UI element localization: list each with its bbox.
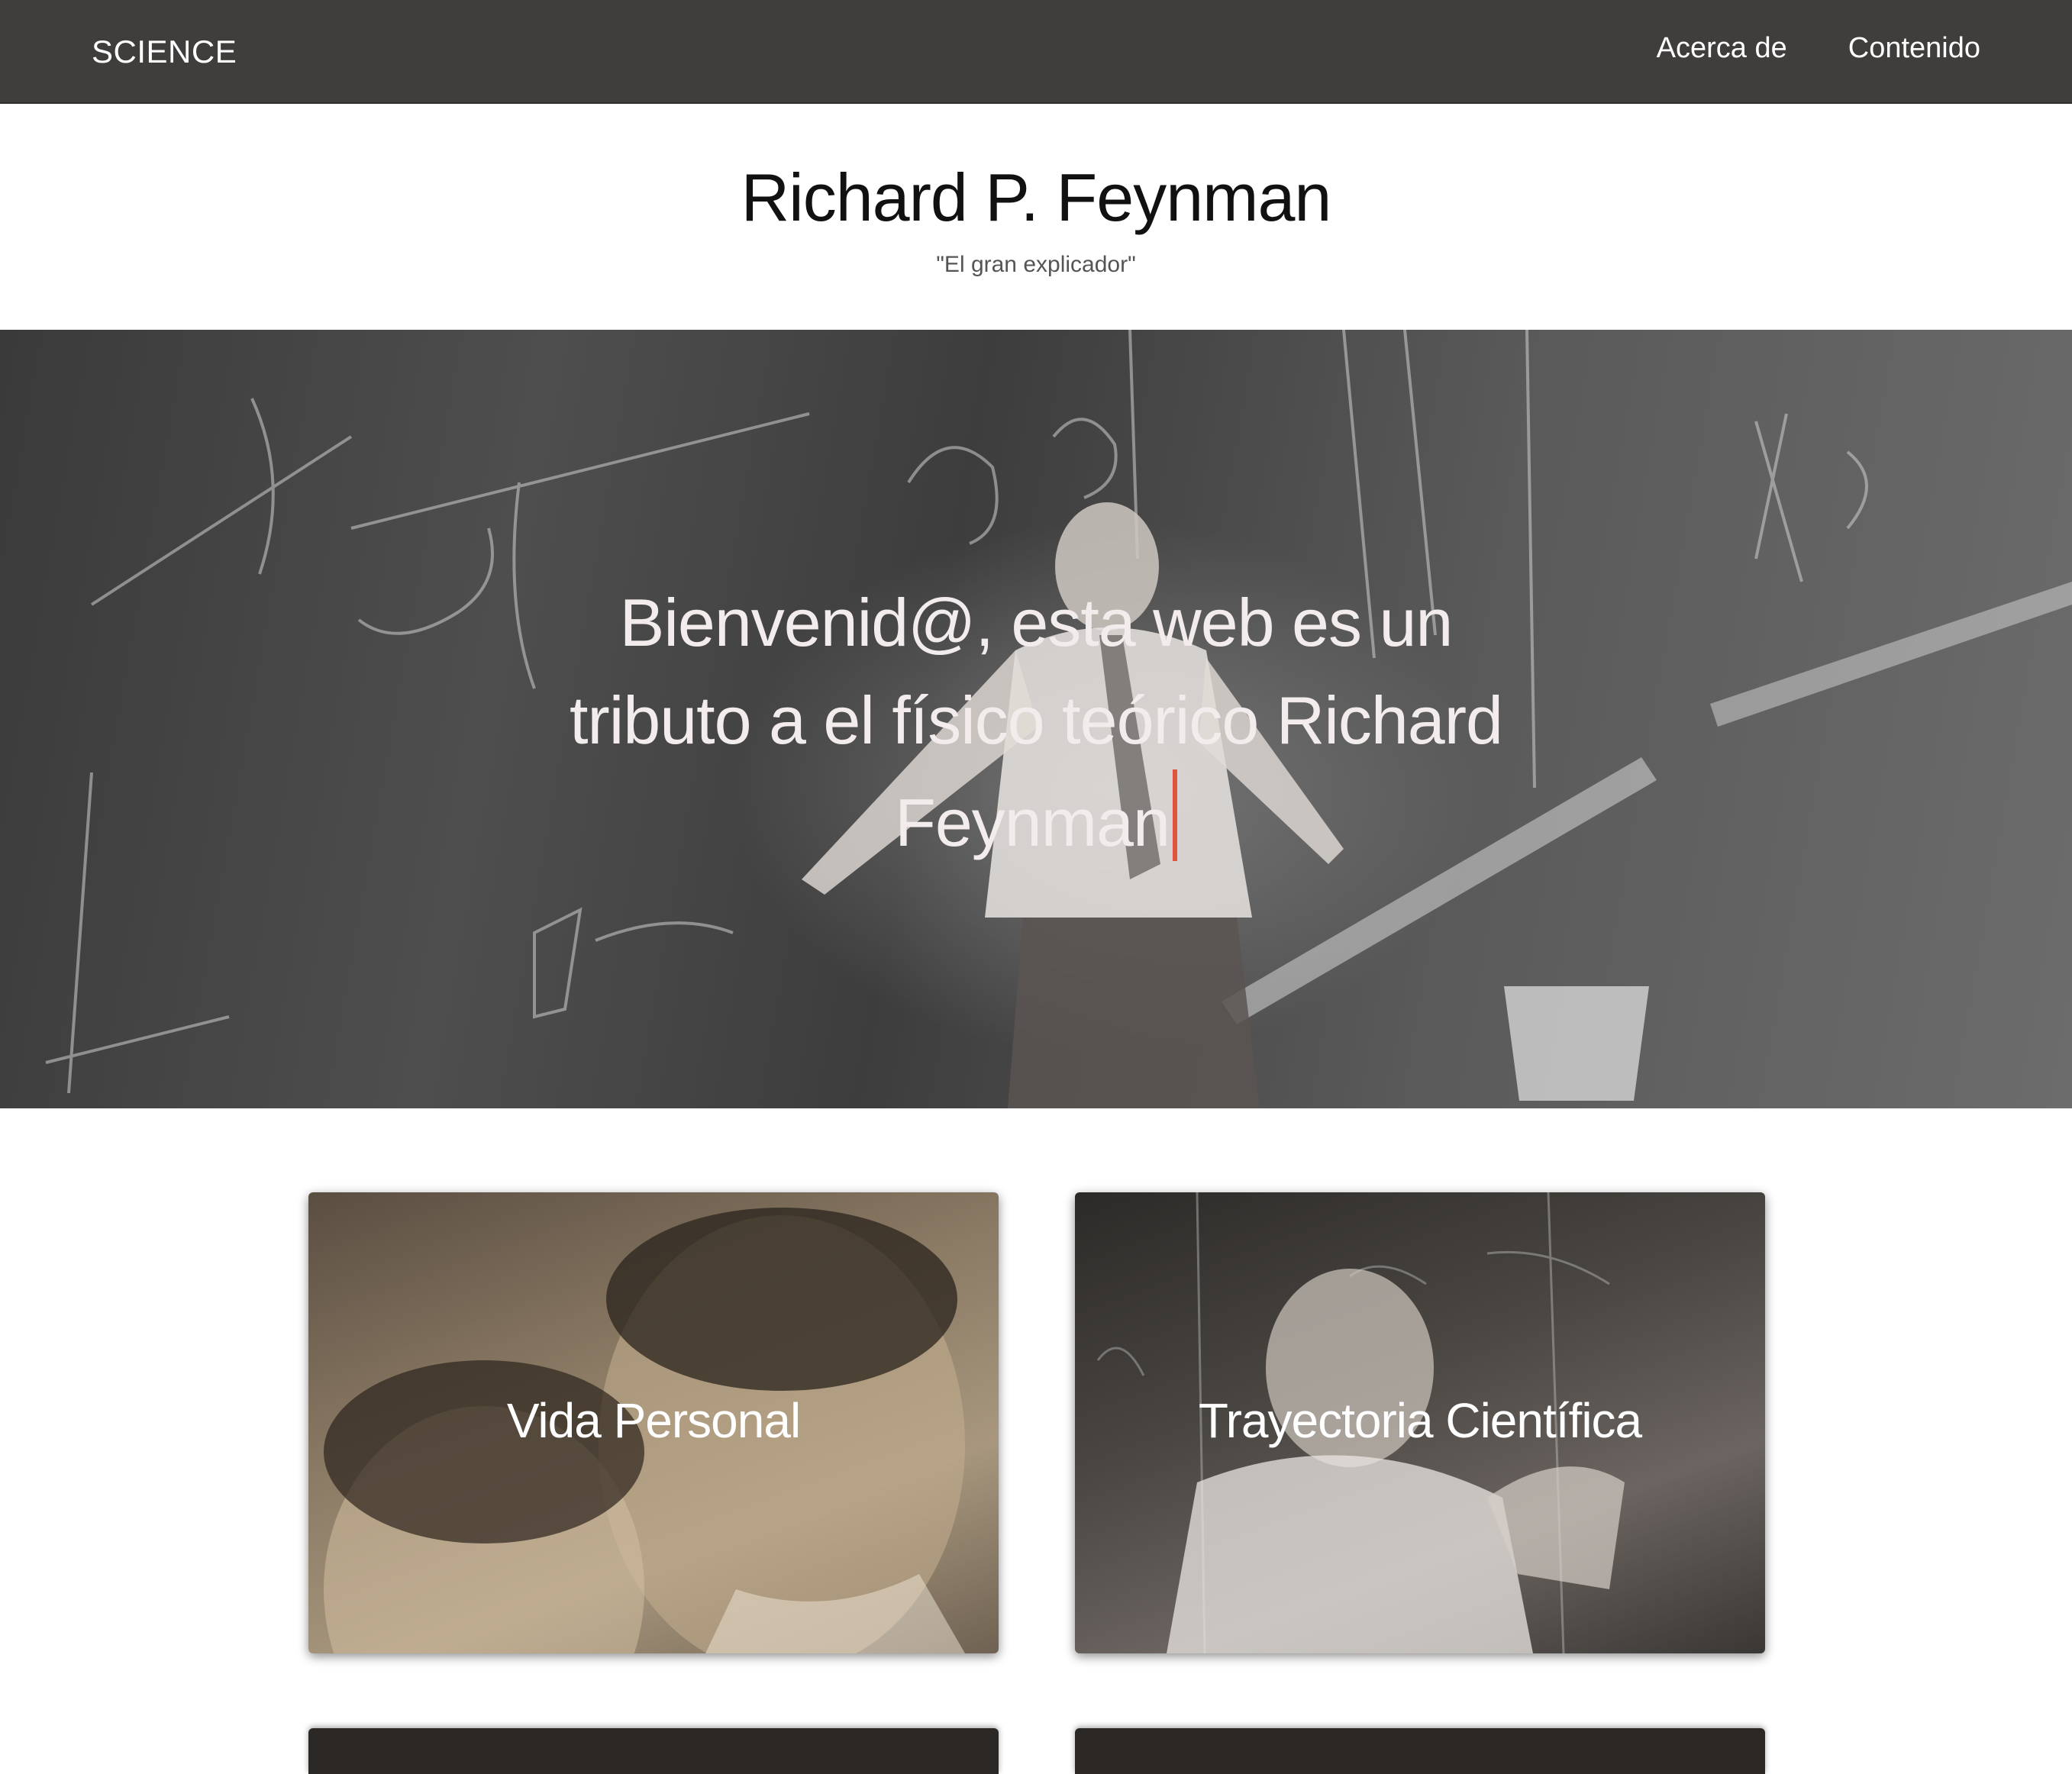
typing-cursor	[1172, 769, 1177, 861]
nav-link-contenido[interactable]: Contenido	[1848, 32, 1980, 65]
brand-link[interactable]: SCIENCE	[92, 34, 237, 70]
card-partial-left[interactable]	[308, 1728, 999, 1774]
card-title-vida-personal: Vida Personal	[506, 1393, 801, 1448]
navbar: SCIENCE Acerca de Contenido	[0, 0, 2072, 104]
hero-banner: Bienvenid@, esta web es un tributo a el …	[0, 330, 2072, 1108]
hero-text-content: Bienvenid@, esta web es un tributo a el …	[569, 585, 1503, 860]
page-title: Richard P. Feynman	[741, 160, 1332, 235]
nav-link-acerca-de[interactable]: Acerca de	[1657, 32, 1787, 65]
page-header: Richard P. Feynman "El gran explicador"	[0, 104, 2072, 330]
card-vida-personal[interactable]: Vida Personal	[308, 1192, 999, 1653]
card-trayectoria-cientifica[interactable]: Trayectoria Científica	[1075, 1192, 1765, 1653]
nav-links: Acerca de Contenido	[1657, 32, 1980, 65]
card-title-trayectoria-cientifica: Trayectoria Científica	[1198, 1393, 1642, 1448]
hero-welcome-text: Bienvenid@, esta web es un tributo a el …	[534, 574, 1538, 872]
page-subtitle: "El gran explicador"	[936, 252, 1136, 277]
card-partial-right[interactable]	[1075, 1728, 1765, 1774]
